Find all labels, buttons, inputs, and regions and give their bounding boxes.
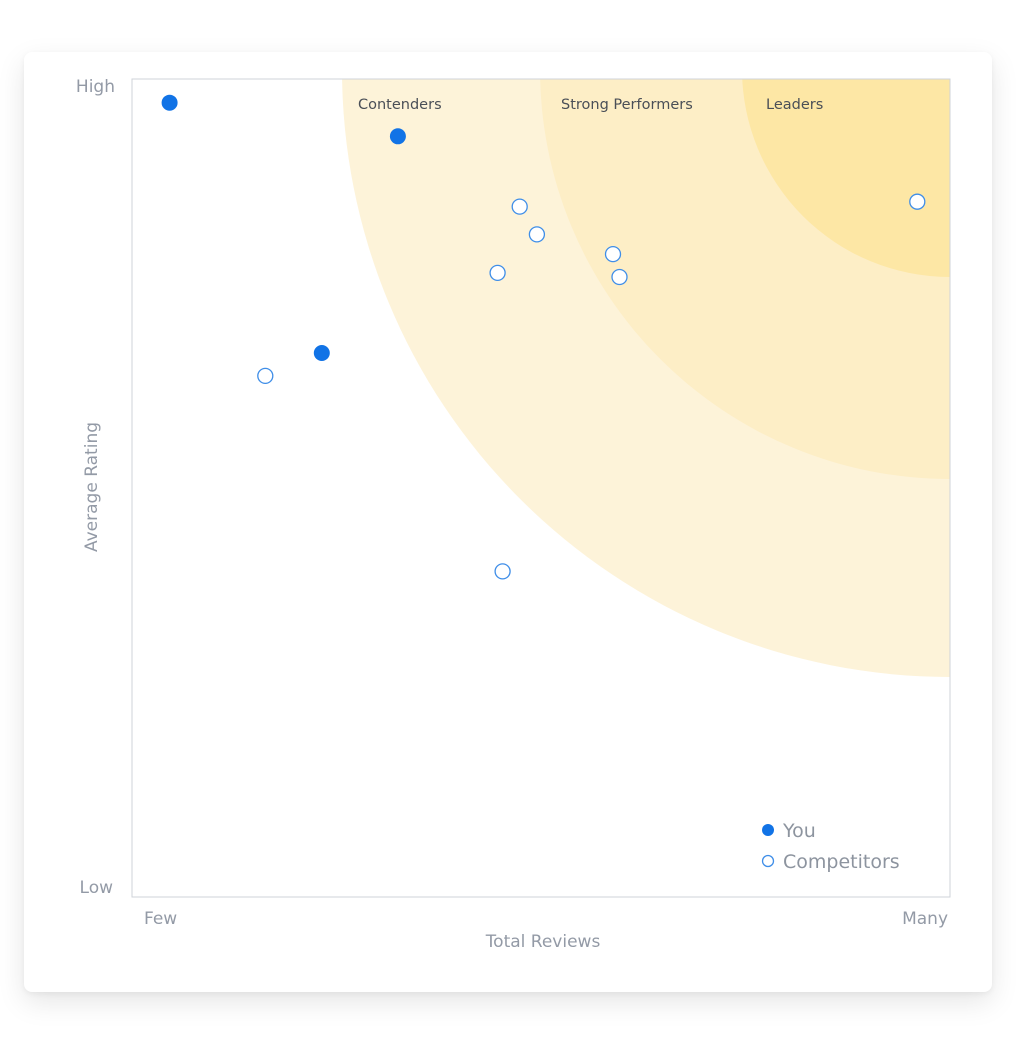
point-competitors-5 (611, 268, 628, 286)
y-tick-label-high: High (76, 77, 115, 97)
point-competitors-6 (257, 367, 274, 385)
x-tick-label-many: Many (902, 909, 948, 929)
region-label-strong-performers: Strong Performers (561, 97, 693, 113)
y-tick-label-low: Low (80, 878, 114, 898)
x-axis-title: Total Reviews (485, 932, 601, 952)
point-competitors-2 (528, 226, 546, 243)
point-competitors-3 (489, 264, 506, 282)
point-competitors-7 (494, 563, 511, 580)
point-competitors-1 (511, 198, 528, 215)
scatter-chart: High Low Few Many Total Reviews Average … (76, 77, 951, 952)
legend-label-you: You (782, 820, 816, 842)
point-you-2 (389, 128, 406, 145)
point-you-3 (313, 345, 330, 361)
legend: You Competitors (761, 820, 900, 873)
legend-marker-you (762, 824, 774, 836)
region-label-contenders: Contenders (358, 97, 442, 113)
legend-marker-competitors (761, 854, 775, 868)
legend-label-competitors: Competitors (783, 851, 900, 873)
region-label-leaders: Leaders (766, 97, 823, 113)
y-axis-title: Average Rating (82, 422, 102, 552)
x-tick-label-few: Few (144, 909, 177, 929)
point-you-1 (161, 94, 178, 111)
point-competitors-4 (604, 245, 622, 263)
point-competitors-8 (909, 193, 926, 210)
